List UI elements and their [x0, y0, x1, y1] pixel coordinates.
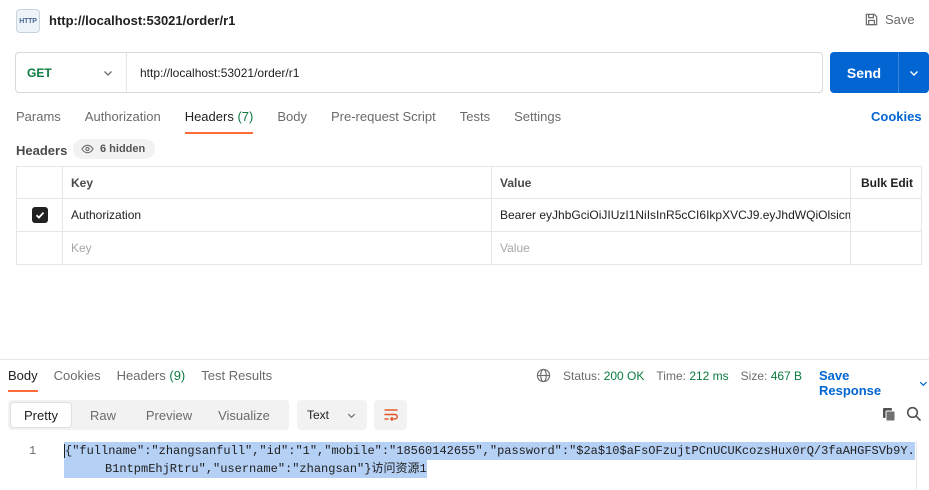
tab-body[interactable]: Body — [277, 109, 307, 134]
request-tabs: Params Authorization Headers (7) Body Pr… — [16, 109, 561, 134]
save-icon — [865, 13, 878, 26]
save-label: Save — [885, 12, 915, 27]
tab-authorization[interactable]: Authorization — [85, 109, 161, 134]
tab-params[interactable]: Params — [16, 109, 61, 134]
hidden-count-label: 6 hidden — [100, 143, 146, 155]
time-value[interactable]: 212 ms — [689, 369, 728, 383]
size-label: Size: — [740, 368, 768, 383]
globe-icon[interactable] — [536, 368, 551, 383]
method-select[interactable]: GET — [16, 53, 127, 92]
response-tabs: Body Cookies Headers (9) Test Results — [8, 368, 272, 392]
header-value-cell[interactable]: Bearer eyJhbGciOiJIUzI1NiIsInR5cCI6IkpXV… — [500, 208, 850, 222]
code-scrollbar[interactable] — [916, 441, 929, 490]
chevron-down-icon — [910, 70, 918, 76]
response-pane-divider[interactable] — [0, 359, 929, 360]
bulk-edit-button[interactable]: Bulk Edit — [861, 176, 913, 190]
table-header-row: Key Value Bulk Edit — [17, 167, 921, 199]
response-tab-body[interactable]: Body — [8, 368, 38, 392]
save-response-label: Save Response — [819, 368, 882, 398]
headers-section-label: Headers — [16, 143, 68, 158]
chevron-down-icon — [920, 381, 928, 386]
save-response-button[interactable]: Save Response — [819, 368, 929, 398]
url-input[interactable] — [127, 53, 822, 92]
tab-pre-request-script[interactable]: Pre-request Script — [331, 109, 436, 134]
checkbox-column-header — [17, 167, 63, 198]
http-icon-label: HTTP — [19, 17, 37, 25]
response-tab-test-results[interactable]: Test Results — [201, 368, 272, 392]
status-value[interactable]: 200 OK — [604, 369, 645, 383]
header-enabled-checkbox[interactable] — [31, 207, 48, 223]
http-request-icon: HTTP — [16, 9, 40, 33]
table-row: Authorization Bearer eyJhbGciOiJIUzI1NiI… — [17, 199, 921, 232]
save-button[interactable]: Save — [864, 12, 915, 27]
hidden-headers-toggle[interactable]: 6 hidden — [73, 139, 156, 159]
header-key-cell[interactable]: Authorization — [71, 208, 141, 222]
copy-icon[interactable] — [881, 406, 897, 425]
wrap-lines-icon — [384, 409, 398, 422]
view-pretty-button[interactable]: Pretty — [11, 403, 71, 427]
line-number: 1 — [29, 444, 37, 458]
format-value: Text — [307, 408, 330, 422]
new-value-input[interactable]: Value — [500, 241, 530, 255]
cookies-link[interactable]: Cookies — [871, 109, 922, 124]
response-status-bar: Status: 200 OK Time: 212 ms Size: 467 B — [536, 368, 802, 383]
chevron-down-icon — [347, 413, 356, 418]
new-key-input[interactable]: Key — [71, 241, 92, 255]
wrap-lines-button[interactable] — [374, 400, 407, 430]
response-tab-headers[interactable]: Headers (9) — [117, 368, 186, 392]
chevron-down-icon — [104, 70, 112, 76]
send-label: Send — [846, 64, 882, 81]
status-label: Status: — [563, 368, 601, 383]
send-options-button[interactable] — [899, 67, 929, 79]
key-column-header: Key — [71, 175, 94, 190]
format-select[interactable]: Text — [297, 400, 367, 430]
value-column-header: Value — [500, 175, 532, 190]
response-tab-cookies[interactable]: Cookies — [54, 368, 101, 392]
view-visualize-button[interactable]: Visualize — [203, 403, 285, 427]
checkmark-icon — [35, 211, 44, 219]
time-label: Time: — [656, 368, 686, 383]
view-preview-button[interactable]: Preview — [135, 403, 203, 427]
tab-tests[interactable]: Tests — [460, 109, 490, 134]
tab-settings[interactable]: Settings — [514, 109, 561, 134]
eye-icon — [81, 144, 94, 154]
method-label: GET — [27, 65, 52, 80]
request-title[interactable]: http://localhost:53021/order/r1 — [49, 13, 235, 28]
response-body-line[interactable]: {"fullname":"zhangsanfull","id":"1","mob… — [64, 442, 915, 460]
row-actions-cell — [851, 199, 921, 231]
headers-table: Key Value Bulk Edit Authorization Bearer… — [16, 166, 922, 265]
view-raw-button[interactable]: Raw — [71, 403, 135, 427]
send-button[interactable]: Send — [830, 52, 929, 93]
tab-headers[interactable]: Headers (7) — [184, 109, 254, 134]
size-value[interactable]: 467 B — [771, 369, 802, 383]
response-body-line-wrapped[interactable]: B1ntpmEhjRtru","username":"zhangsan"}访问资… — [64, 460, 427, 478]
headers-count: (7) — [237, 109, 254, 124]
response-view-modes: Pretty Raw Preview Visualize — [8, 400, 289, 430]
search-icon[interactable] — [906, 406, 922, 425]
response-headers-count: (9) — [169, 368, 186, 383]
table-row-empty: Key Value — [17, 232, 921, 264]
url-bar: GET — [15, 52, 823, 93]
